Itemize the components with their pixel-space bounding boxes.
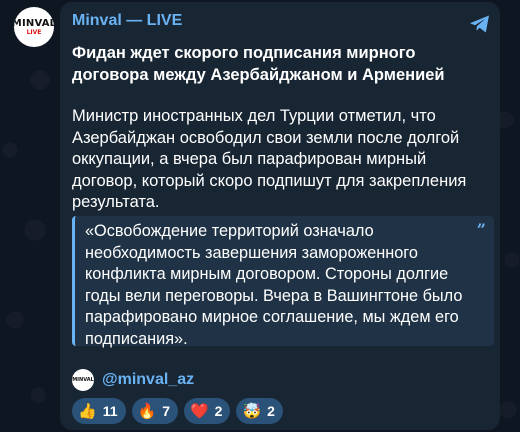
reaction-count: 11: [102, 403, 118, 419]
reaction-thumbs-up[interactable]: 👍 11: [72, 398, 126, 424]
reaction-fire[interactable]: 🔥 7: [131, 398, 178, 424]
reaction-count: 7: [162, 403, 170, 419]
channel-avatar[interactable]: MINVAL LIVE: [14, 7, 54, 47]
channel-name[interactable]: Minval — LIVE: [72, 12, 182, 30]
fire-icon: 🔥: [137, 402, 157, 420]
channel-handle-link[interactable]: @minval_az: [102, 371, 194, 389]
message-bubble: Minval — LIVE Фидан ждет скорого подписа…: [60, 2, 500, 430]
message-headline: Фидан ждет скорого подписания мирного до…: [72, 44, 445, 84]
telegram-share-icon: [470, 15, 489, 33]
reactions-bar: 👍 11 🔥 7 ❤️ 2 🤯 2: [72, 398, 283, 424]
heart-icon: ❤️: [189, 402, 209, 420]
reaction-count: 2: [214, 403, 223, 419]
avatar-logo-sub: LIVE: [26, 28, 42, 36]
message-body: Министр иностранных дел Турции отметил, …: [72, 107, 467, 211]
quote-icon: ”: [476, 220, 486, 239]
mind-blown-icon: 🤯: [242, 402, 262, 420]
share-button[interactable]: [468, 12, 492, 36]
avatar-logo-text: MINVAL: [14, 17, 54, 29]
quote-text: «Освобождение территорий означало необхо…: [85, 222, 463, 348]
reaction-heart[interactable]: ❤️ 2: [183, 398, 231, 424]
reaction-count: 2: [267, 403, 275, 419]
thumbs-up-icon: 👍: [78, 402, 97, 420]
reaction-mind-blown[interactable]: 🤯 2: [236, 398, 283, 424]
handle-avatar: MINVAL: [72, 369, 94, 391]
channel-handle-row: MINVAL @minval_az: [72, 369, 194, 391]
blockquote: «Освобождение территорий означало необхо…: [72, 216, 494, 348]
